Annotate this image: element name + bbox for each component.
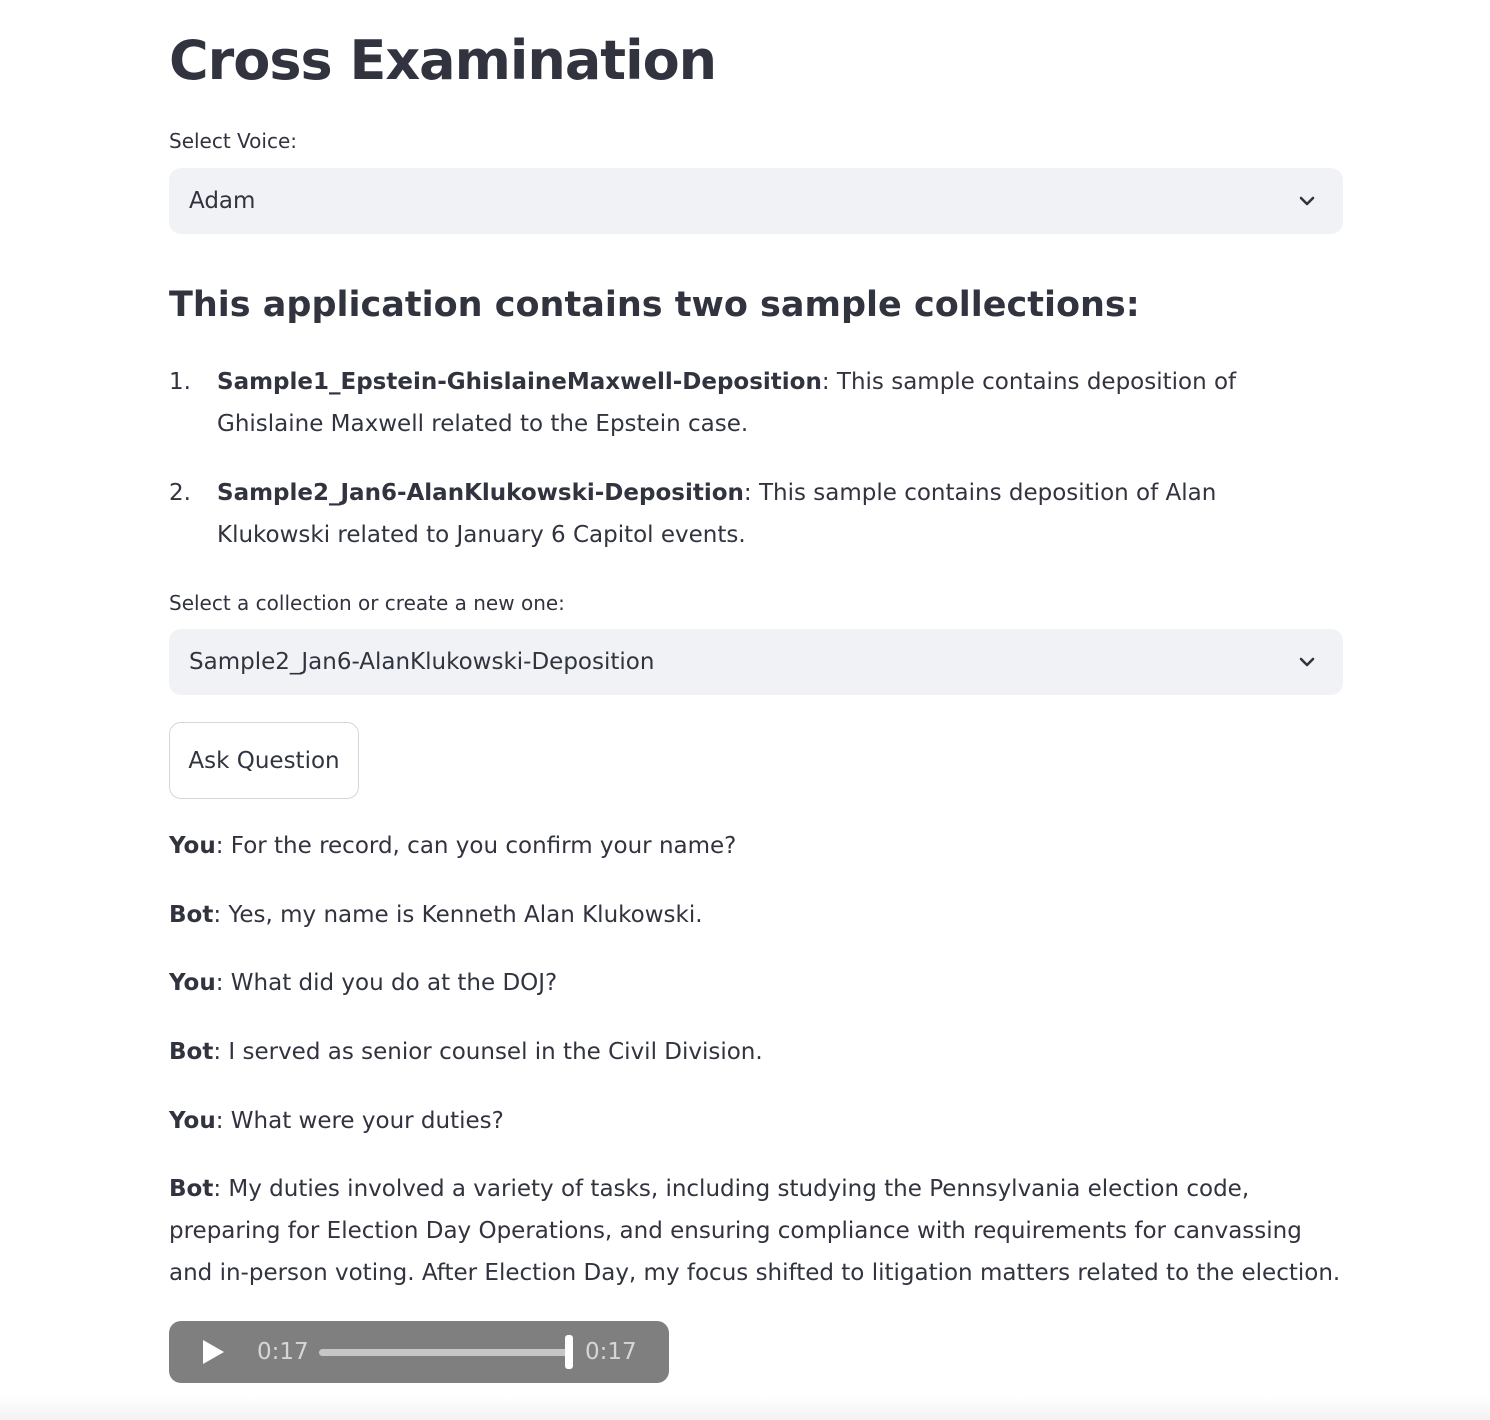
message-speaker: Bot [169, 1176, 214, 1202]
audio-seek-bar[interactable] [319, 1335, 573, 1369]
message-speaker: You [169, 833, 216, 859]
chevron-down-icon [1299, 196, 1315, 206]
chat-message: Bot: Yes, my name is Kenneth Alan Klukow… [169, 894, 1343, 936]
message-speaker: You [169, 1108, 216, 1134]
voice-select-value: Adam [189, 188, 256, 214]
message-speaker: Bot [169, 1039, 214, 1065]
voice-select[interactable]: Adam [169, 168, 1343, 234]
message-text: : What were your duties? [215, 1108, 504, 1134]
collection-name: Sample1_Epstein-GhislaineMaxwell-Deposit… [217, 369, 822, 395]
audio-seek-handle[interactable] [565, 1335, 573, 1369]
message-text: : What did you do at the DOJ? [215, 970, 558, 996]
audio-player: 0:17 0:17 [169, 1321, 669, 1383]
list-item-number: 2. [169, 480, 191, 506]
chat-message: You: For the record, can you confirm you… [169, 825, 1343, 867]
voice-select-label: Select Voice: [169, 129, 298, 153]
audio-duration: 0:17 [585, 1339, 637, 1365]
collections-heading: This application contains two sample col… [169, 285, 1140, 325]
message-text: : I served as senior counsel in the Civi… [213, 1039, 763, 1065]
chat-message: Bot: My duties involved a variety of tas… [169, 1168, 1343, 1294]
app-page: Cross Examination Select Voice: Adam Thi… [0, 0, 1490, 1420]
chat-message: You: What did you do at the DOJ? [169, 962, 1343, 1004]
message-speaker: Bot [169, 902, 214, 928]
collection-select-value: Sample2_Jan6-AlanKlukowski-Deposition [189, 649, 655, 675]
chat-message: Bot: I served as senior counsel in the C… [169, 1031, 1343, 1073]
collection-name: Sample2_Jan6-AlanKlukowski-Deposition [217, 480, 744, 506]
list-item: 2. Sample2_Jan6-AlanKlukowski-Deposition… [169, 472, 1343, 556]
message-speaker: You [169, 970, 216, 996]
chevron-down-icon [1299, 657, 1315, 667]
audio-progress-fill [319, 1349, 569, 1356]
list-item: 1. Sample1_Epstein-GhislaineMaxwell-Depo… [169, 361, 1343, 445]
collection-select[interactable]: Sample2_Jan6-AlanKlukowski-Deposition [169, 629, 1343, 695]
audio-current-time: 0:17 [257, 1339, 309, 1365]
chat-message: You: What were your duties? [169, 1100, 1343, 1142]
list-item-number: 1. [169, 369, 191, 395]
bottom-edge [0, 1396, 1490, 1420]
collection-select-label: Select a collection or create a new one: [169, 591, 565, 615]
message-text: : Yes, my name is Kenneth Alan Klukowski… [213, 902, 703, 928]
page-title: Cross Examination [169, 29, 717, 92]
message-text: : My duties involved a variety of tasks,… [169, 1176, 1341, 1286]
ask-question-button[interactable]: Ask Question [169, 722, 359, 799]
message-text: : For the record, can you confirm your n… [215, 833, 737, 859]
play-icon[interactable] [199, 1338, 227, 1366]
